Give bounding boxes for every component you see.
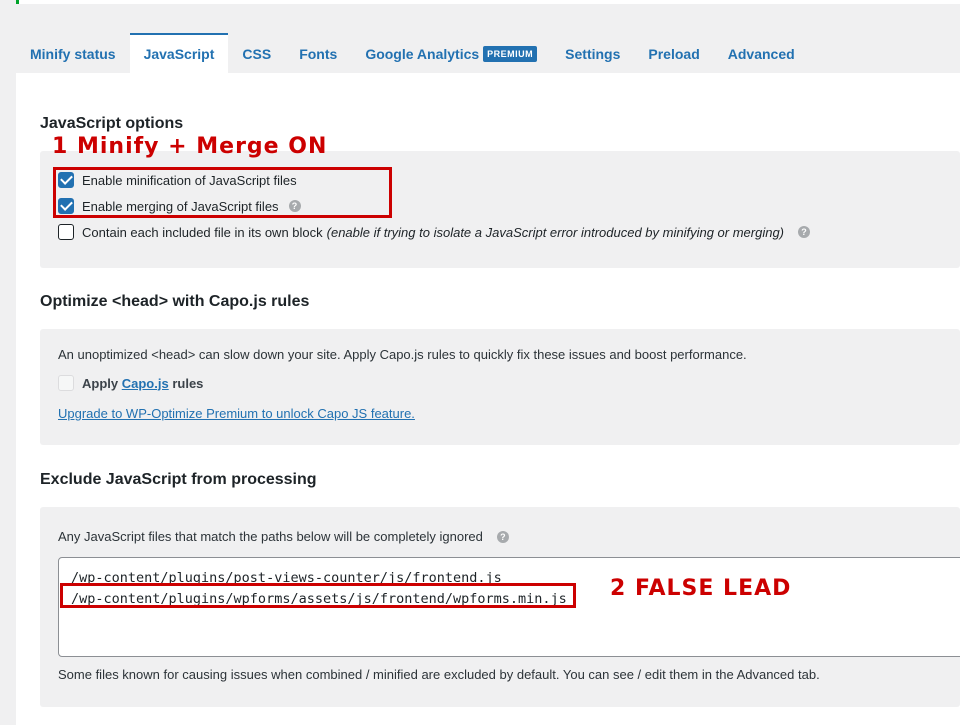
tab-preload[interactable]: Preload	[634, 33, 713, 73]
merge-checkbox[interactable]	[58, 198, 74, 214]
annotation-one-label: 1 Minify + Merge ON	[52, 134, 328, 159]
tab-bar: Minify status JavaScript CSS Fonts Googl…	[16, 33, 809, 73]
capo-apply-prefix: Apply	[82, 375, 119, 391]
tab-label: Google Analytics	[365, 46, 480, 62]
exclude-title: Exclude JavaScript from processing	[40, 471, 317, 488]
js-options-box: Enable minification of JavaScript files …	[40, 151, 960, 268]
tab-fonts[interactable]: Fonts	[285, 33, 351, 73]
capo-link[interactable]: Capo.js	[122, 376, 169, 391]
tab-css[interactable]: CSS	[228, 33, 285, 73]
tab-label: JavaScript	[143, 46, 215, 62]
exclude-footer: Some files known for causing issues when…	[58, 667, 820, 682]
help-icon[interactable]: ?	[798, 226, 811, 238]
tab-javascript[interactable]: JavaScript	[129, 33, 229, 73]
exclude-path-line: /wp-content/plugins/post-views-counter/j…	[71, 570, 502, 586]
minify-label: Enable minification of JavaScript files	[82, 172, 297, 188]
exclude-box: Any JavaScript files that match the path…	[40, 507, 960, 707]
contain-label: Contain each included file in its own bl…	[82, 224, 323, 240]
premium-badge: PREMIUM	[483, 46, 538, 62]
merge-option[interactable]: Enable merging of JavaScript files ?	[58, 198, 301, 214]
settings-panel: JavaScript options Enable minification o…	[16, 73, 960, 725]
contain-checkbox[interactable]	[58, 224, 74, 240]
capo-title: Optimize <head> with Capo.js rules	[40, 293, 310, 310]
minify-option[interactable]: Enable minification of JavaScript files	[58, 172, 297, 188]
tab-label: CSS	[242, 46, 272, 62]
exclude-description: Any JavaScript files that match the path…	[58, 529, 483, 544]
annotation-two-label: 2 FALSE LEAD	[610, 576, 792, 601]
tab-settings[interactable]: Settings	[551, 33, 634, 73]
help-icon[interactable]: ?	[288, 200, 301, 212]
help-icon[interactable]: ?	[496, 530, 509, 543]
capo-apply-option: Apply Capo.js rules	[58, 375, 203, 391]
exclude-description-row: Any JavaScript files that match the path…	[58, 529, 509, 544]
tab-label: Advanced	[727, 46, 795, 62]
exclude-path-line: /wp-content/plugins/wpforms/assets/js/fr…	[71, 591, 567, 607]
capo-box: An unoptimized <head> can slow down your…	[40, 329, 960, 445]
tab-label: Minify status	[30, 46, 116, 62]
contain-option[interactable]: Contain each included file in its own bl…	[58, 224, 811, 240]
tab-label: Fonts	[299, 46, 338, 62]
minify-checkbox[interactable]	[58, 172, 74, 188]
capo-description: An unoptimized <head> can slow down your…	[58, 347, 747, 362]
contain-hint: (enable if trying to isolate a JavaScrip…	[326, 224, 785, 240]
top-notice-bar	[16, 0, 960, 4]
capo-apply-suffix: rules	[172, 375, 204, 391]
merge-label: Enable merging of JavaScript files	[82, 198, 279, 214]
tab-label: Settings	[565, 46, 621, 62]
js-options-title: JavaScript options	[40, 115, 184, 132]
tab-google-analytics[interactable]: Google Analytics PREMIUM	[351, 33, 551, 73]
capo-checkbox	[58, 375, 74, 391]
tab-label: Preload	[648, 46, 700, 62]
tab-minify-status[interactable]: Minify status	[16, 33, 130, 73]
exclude-paths-textarea[interactable]: /wp-content/plugins/post-views-counter/j…	[58, 557, 960, 657]
upgrade-link[interactable]: Upgrade to WP-Optimize Premium to unlock…	[58, 406, 415, 421]
tab-advanced[interactable]: Advanced	[714, 33, 809, 73]
